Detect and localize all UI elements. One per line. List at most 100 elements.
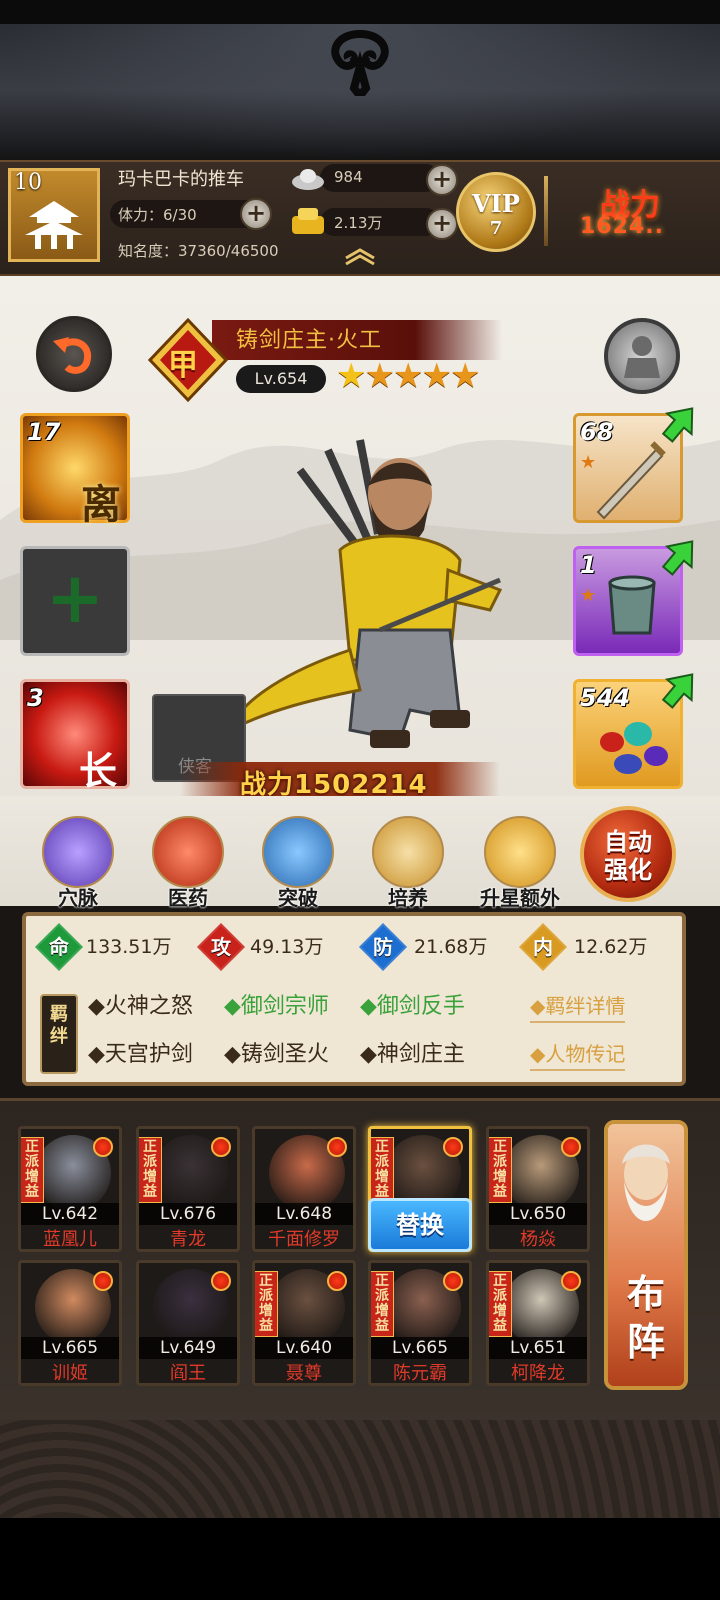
replace-button[interactable]: 替换: [368, 1198, 472, 1252]
hero-biography-link[interactable]: ◆人物传记: [530, 1038, 626, 1071]
team-hero-level: Lv.642: [21, 1203, 119, 1225]
bond-item[interactable]: ◆铸剑圣火: [224, 1036, 329, 1068]
team-hero-card[interactable]: 正派增益 Lv.651 柯降龙: [486, 1260, 590, 1386]
star-upgrade-button[interactable]: 升星额外: [470, 816, 570, 911]
team-hero-name: 聂尊: [286, 1363, 322, 1384]
team-hero-card[interactable]: 正派增益 Lv.665 陈元霸: [368, 1260, 472, 1386]
silver-plus-button[interactable]: +: [426, 164, 458, 196]
fame-text: 知名度：37360/46500: [118, 242, 279, 260]
add-slot-icon: +: [45, 557, 105, 639]
hero-name: 铸剑庄主·火工: [236, 328, 382, 353]
cultivate-button[interactable]: 培养: [360, 816, 456, 911]
attack-attr-value: 49.13万: [250, 936, 324, 958]
bond-item-active[interactable]: ◆御剑反手: [360, 988, 465, 1020]
attr-char: 内: [533, 935, 553, 959]
medicine-icon: [152, 816, 224, 888]
player-power: 战力 1624..: [580, 180, 710, 250]
skill-slot-char: 长: [79, 749, 118, 793]
bond-item-active[interactable]: ◆御剑宗师: [224, 988, 329, 1020]
roof-emblem-icon: [331, 30, 389, 96]
formation-label: 布阵: [626, 1272, 665, 1364]
medicine-button[interactable]: 医药: [140, 816, 236, 911]
auto-enhance-button[interactable]: 自动 强化: [580, 806, 676, 902]
armor-button[interactable]: [604, 318, 680, 394]
breakthrough-button[interactable]: 突破: [250, 816, 346, 911]
upgrade-arrow-icon[interactable]: [660, 533, 700, 579]
expand-chevron-icon[interactable]: [342, 248, 378, 266]
team-hero-card[interactable]: 正派增益 Lv.640 聂尊: [252, 1260, 356, 1386]
game-screen: 10 玛卡巴卡的推车 体力：6/30 + 知名度：37360/46500 984…: [0, 0, 720, 1600]
notification-dot-icon: [93, 1271, 113, 1291]
jade-bracer-icon: [608, 575, 656, 635]
stamina-plus-button[interactable]: +: [240, 198, 272, 230]
armor-icon: [624, 336, 660, 378]
upgrade-arrow-icon[interactable]: [660, 666, 700, 712]
return-arrow-icon: [53, 337, 92, 374]
gold-ingot-icon: [292, 208, 324, 234]
gold-amount: 2.13万: [334, 214, 383, 232]
skill-slot-red[interactable]: 3 长: [20, 679, 130, 793]
team-hero-name: 青龙: [170, 1229, 206, 1250]
faction-bonus-tag: 正派增益: [489, 1271, 512, 1337]
vip-label: VIP: [472, 189, 520, 218]
team-hero-name: 杨焱: [520, 1229, 556, 1250]
action-label: 培养: [388, 886, 428, 910]
faction-bonus-tag: 正派增益: [139, 1137, 162, 1203]
meridian-button[interactable]: 穴脉: [30, 816, 126, 911]
defense-attr-value: 21.68万: [414, 936, 488, 958]
team-hero-card[interactable]: Lv.649 阎王: [136, 1260, 240, 1386]
team-hero-level: Lv.649: [139, 1337, 237, 1359]
star-icon: ★: [364, 356, 395, 396]
stamina-text: 体力：6/30: [118, 206, 197, 224]
notification-dot-icon: [211, 1137, 231, 1157]
vip-badge[interactable]: VIP 7: [456, 172, 536, 252]
bond-detail-link[interactable]: ◆羁绊详情: [530, 990, 626, 1023]
silver-ingot-icon: [292, 169, 324, 190]
team-hero-card[interactable]: 正派增益 Lv.642 蓝凰儿: [18, 1126, 122, 1252]
attack-attr-icon: 攻: [196, 922, 246, 972]
bond-item[interactable]: ◆神剑庄主: [360, 1036, 465, 1068]
bond-item[interactable]: ◆天宫护剑: [88, 1036, 193, 1068]
bond-item[interactable]: ◆火神之怒: [88, 988, 193, 1020]
faction-bonus-tag: 正派增益: [255, 1271, 278, 1337]
team-hero-level: Lv.665: [371, 1337, 469, 1359]
notification-dot-icon: [93, 1137, 113, 1157]
team-hero-level: Lv.665: [21, 1337, 119, 1359]
notification-dot-icon: [443, 1137, 463, 1157]
rank-star-icon: ★: [580, 585, 597, 606]
hp-attr-icon: 命: [34, 922, 84, 972]
faction-bonus-tag: 正派增益: [21, 1137, 44, 1203]
hero-stars: ★★★★★: [336, 356, 481, 396]
upgrade-arrow-icon[interactable]: [660, 400, 700, 446]
elder-portrait-icon: [622, 1144, 670, 1221]
skill-slot-fire[interactable]: 17 离: [20, 413, 130, 528]
team-hero-card[interactable]: 正派增益 Lv.650 杨焱: [486, 1126, 590, 1252]
faction-bonus-tag: 正派增益: [371, 1271, 394, 1337]
team-hero-name: 柯降龙: [511, 1363, 565, 1384]
star-icon: ★: [449, 356, 481, 396]
equip-slot-count: 544: [580, 684, 631, 712]
team-hero-card[interactable]: Lv.665 训姬: [18, 1260, 122, 1386]
faction-bonus-tag: 正派增益: [489, 1137, 512, 1203]
team-hero-card[interactable]: Lv.648 千面修罗: [252, 1126, 356, 1252]
skill-slot-char: 离: [81, 482, 121, 528]
skill-slot-count: 17: [27, 418, 61, 446]
notification-dot-icon: [327, 1271, 347, 1291]
equip-slot-count: 1: [580, 551, 597, 579]
gold-plus-button[interactable]: +: [426, 208, 458, 240]
divider: [544, 176, 548, 246]
action-label: 医药: [168, 886, 208, 910]
back-button[interactable]: [36, 316, 112, 392]
auto-enhance-label-2: 强化: [604, 856, 652, 884]
action-label: 穴脉: [58, 886, 98, 910]
inner-attr-icon: 内: [518, 922, 568, 972]
rank-star-icon: ★: [580, 452, 597, 473]
attr-char: 攻: [211, 935, 231, 959]
auto-enhance-label-1: 自动: [604, 828, 652, 856]
team-hero-card[interactable]: 正派增益 Lv.676 青龙: [136, 1126, 240, 1252]
player-level: 10: [14, 170, 42, 195]
vip-level: 7: [489, 218, 503, 239]
sword-equip-icon: [596, 441, 666, 520]
add-slot-button[interactable]: +: [20, 546, 130, 656]
notification-dot-icon: [561, 1271, 581, 1291]
